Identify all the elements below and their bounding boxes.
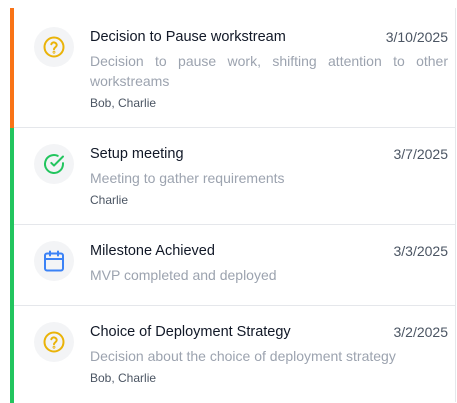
feed-item-title: Decision to Pause workstream [90,29,286,45]
feed-item-description: Decision about the choice of deployment … [90,348,396,364]
question-circle-icon [34,322,74,362]
feed-item[interactable]: Milestone Achieved 3/3/2025 MVP complete… [10,225,455,306]
question-circle-icon [34,27,74,67]
feed-item-title: Setup meeting [90,146,184,162]
feed-item-description: Decision to pause work, shifting attenti… [90,53,448,89]
check-circle-icon [34,144,74,184]
feed-item-participants: Bob, Charlie [90,96,157,110]
calendar-icon [34,241,74,281]
feed-item-title: Milestone Achieved [90,243,215,259]
feed-item-accent-bar [10,225,14,306]
feed-item-accent-bar [10,8,14,128]
feed-item[interactable]: Decision to Pause workstream 3/10/2025 D… [10,8,455,128]
feed-item-date: 3/2/2025 [393,324,449,340]
feed-item-description: Meeting to gather requirements [90,170,285,186]
feed-item[interactable]: Setup meeting 3/7/2025 Meeting to gather… [10,128,455,225]
feed-item-accent-bar [10,128,14,225]
activity-feed: Decision to Pause workstream 3/10/2025 D… [0,0,457,403]
feed-item-title: Choice of Deployment Strategy [90,324,291,340]
feed-item-date: 3/7/2025 [393,146,449,162]
feed-item-participants: Bob, Charlie [90,371,157,385]
feed-item-date: 3/3/2025 [393,243,449,259]
feed-item-accent-bar [10,306,14,403]
feed-item-description: MVP completed and deployed [90,267,277,283]
feed-divider [455,8,456,402]
feed-item-participants: Charlie [90,193,129,207]
feed-item-date: 3/10/2025 [385,29,448,45]
feed-item[interactable]: Choice of Deployment Strategy 3/2/2025 D… [10,306,455,403]
